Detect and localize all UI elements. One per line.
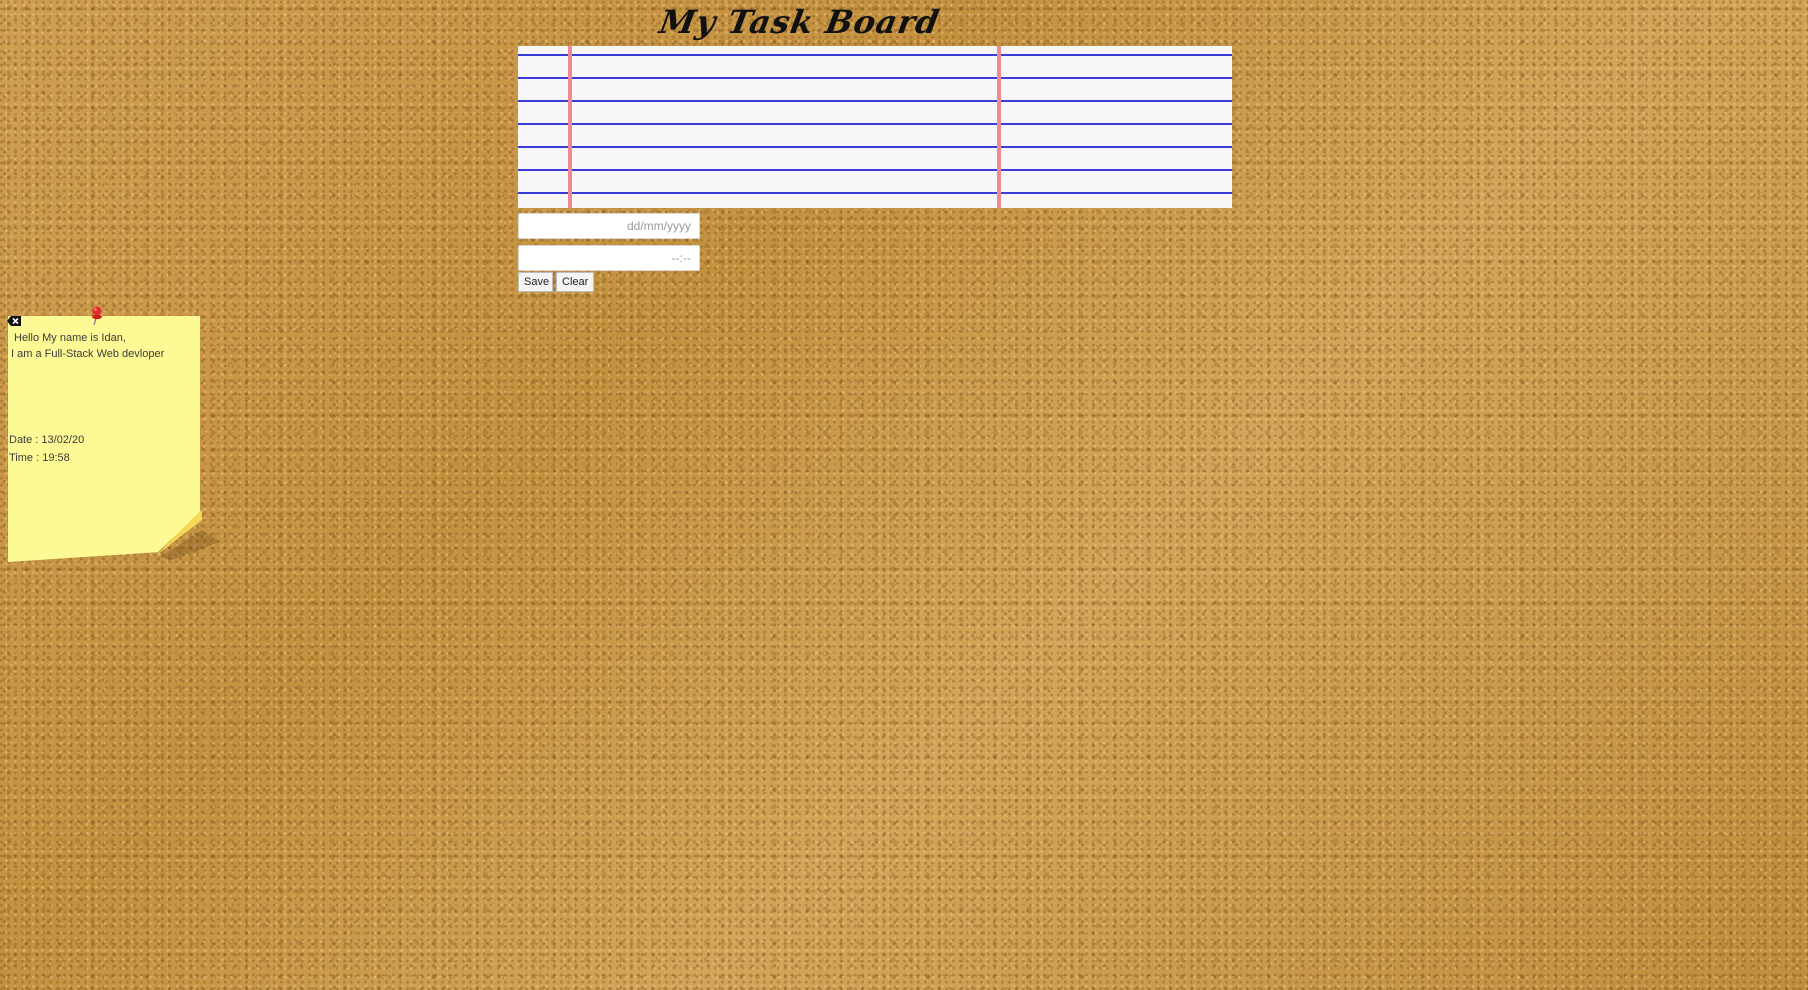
note-text-line1: Hello My name is Idan, bbox=[14, 332, 126, 344]
task-textarea[interactable] bbox=[518, 46, 1232, 208]
date-input[interactable]: dd/mm/yyyy bbox=[518, 213, 700, 239]
pushpin-icon bbox=[92, 306, 102, 326]
note-date: Date : 13/02/20 bbox=[9, 434, 85, 446]
note-text-line2: I am a Full-Stack Web devloper bbox=[11, 348, 165, 360]
clear-button[interactable]: Clear bbox=[556, 272, 594, 292]
paper-margin-right bbox=[997, 46, 1001, 208]
delete-backspace-icon[interactable] bbox=[6, 315, 22, 327]
paper-margin-left bbox=[568, 46, 572, 208]
time-input[interactable]: --:-- bbox=[518, 245, 700, 271]
board-title: My Task Board bbox=[656, 3, 943, 41]
save-button[interactable]: Save bbox=[518, 272, 553, 292]
note-time: Time : 19:58 bbox=[9, 452, 70, 464]
